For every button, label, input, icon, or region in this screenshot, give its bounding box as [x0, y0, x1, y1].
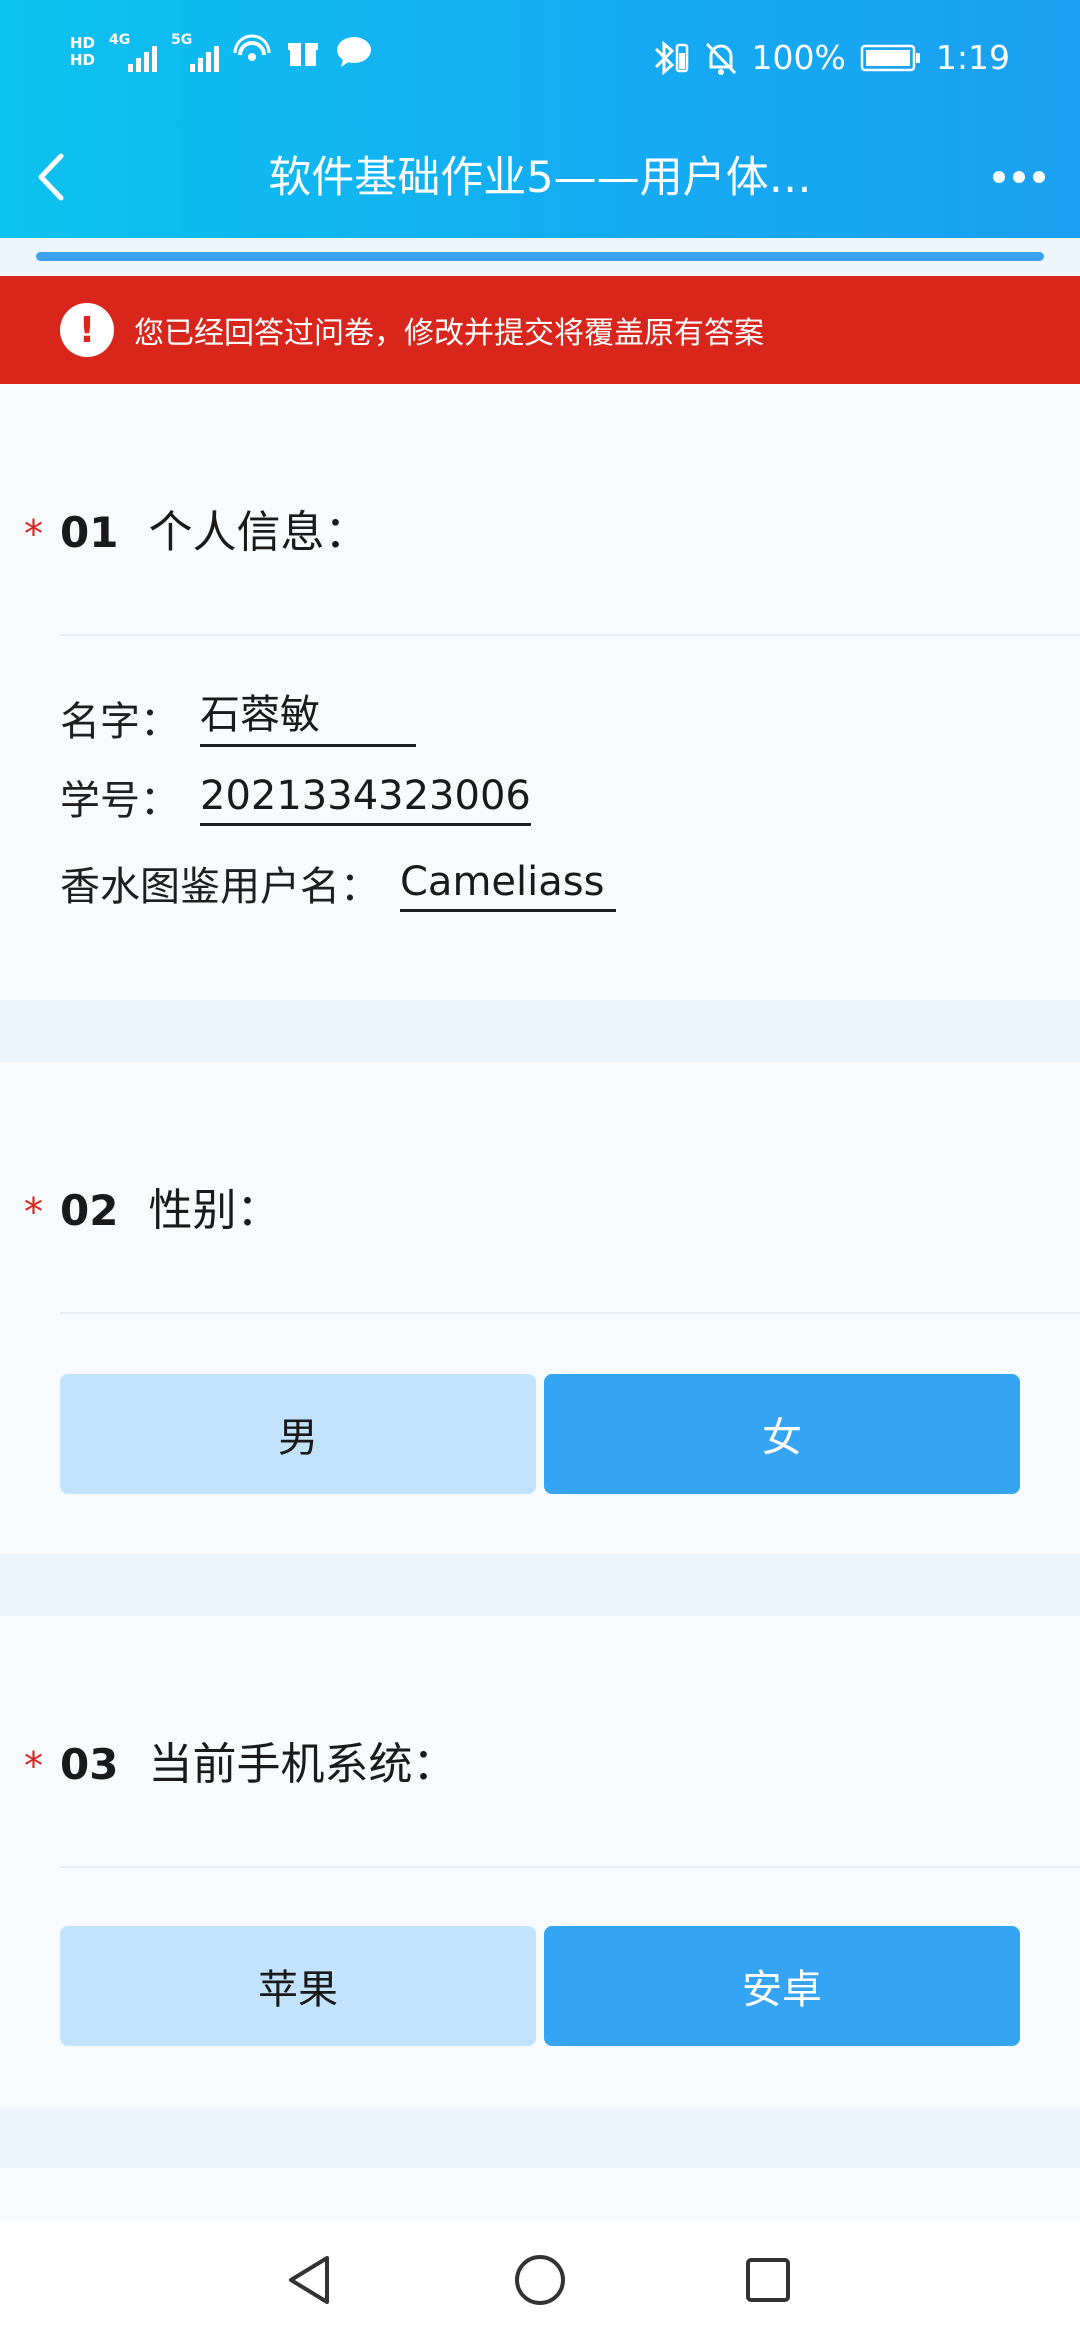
answered-alert-banner: ! 您已经回答过问卷，修改并提交将覆盖原有答案: [0, 276, 1080, 384]
divider: [60, 634, 1080, 636]
top-header: HD HD 4G 5G 100% 1:19 软件基础作业5——用户体…: [0, 0, 1080, 238]
progress-bar-fill: [36, 252, 1044, 261]
status-left-group: HD HD 4G 5G: [70, 32, 373, 72]
divider: [60, 1866, 1080, 1868]
question-number: 03: [60, 1740, 119, 1789]
question-card-1: * 01 个人信息： 名字： 石蓉敏 学号： 2021334323006 香水图…: [0, 384, 1080, 1000]
required-mark: *: [24, 1744, 43, 1788]
progress-area: [0, 238, 1080, 276]
page-title: 软件基础作业5——用户体…: [268, 153, 812, 203]
section-gap: [0, 2108, 1080, 2168]
dot-icon: [993, 171, 1005, 183]
nav-recents-button[interactable]: [736, 2248, 800, 2312]
field-student-id[interactable]: 学号： 2021334323006: [60, 768, 531, 826]
hd-label-1: HD: [70, 34, 96, 52]
field-username[interactable]: 香水图鉴用户名： Cameliass: [60, 854, 616, 912]
divider: [60, 1312, 1080, 1314]
field-label: 学号：: [60, 778, 180, 824]
back-button[interactable]: [22, 142, 78, 212]
signal-icon: 4G: [109, 32, 158, 72]
chevron-left-icon: [38, 153, 64, 201]
triangle-back-icon: [289, 2256, 329, 2304]
battery-icon: [860, 44, 920, 71]
question-number: 01: [60, 508, 119, 557]
more-options-button[interactable]: [980, 142, 1058, 212]
section-gap: [0, 1000, 1080, 1062]
exclamation-icon: !: [60, 303, 114, 357]
square-recents-icon: [746, 2258, 790, 2302]
question-header: * 02 性别：: [24, 1174, 280, 1238]
hd-indicator: HD HD: [70, 35, 95, 69]
name-input[interactable]: 石蓉敏: [200, 682, 416, 747]
option-male[interactable]: 男: [60, 1374, 536, 1494]
alert-text: 您已经回答过问卷，修改并提交将覆盖原有答案: [134, 316, 764, 351]
wifi-icon: [233, 34, 271, 61]
username-input[interactable]: Cameliass: [400, 859, 616, 912]
field-label: 名字：: [60, 699, 180, 745]
progress-bar: [36, 252, 1044, 261]
question-card-2: * 02 性别： 男 女: [0, 1062, 1080, 1554]
required-mark: *: [24, 512, 43, 556]
field-name[interactable]: 名字： 石蓉敏: [60, 682, 416, 747]
option-apple[interactable]: 苹果: [60, 1926, 536, 2046]
question-title: 性别：: [148, 1185, 281, 1236]
option-android[interactable]: 安卓: [544, 1926, 1020, 2046]
nav-back-button[interactable]: [276, 2248, 340, 2312]
question-card-next: [0, 2168, 1080, 2220]
nav-home-button[interactable]: [508, 2248, 572, 2312]
status-right-group: 100% 1:19: [650, 38, 1010, 77]
option-female[interactable]: 女: [544, 1374, 1020, 1494]
question-header: * 01 个人信息：: [24, 496, 368, 560]
field-label: 香水图鉴用户名：: [60, 864, 380, 910]
student-id-input[interactable]: 2021334323006: [200, 773, 531, 826]
clock: 1:19: [935, 38, 1010, 77]
nav-bar: 软件基础作业5——用户体…: [0, 130, 1080, 238]
circle-home-icon: [515, 2255, 565, 2305]
section-gap: [0, 1554, 1080, 1616]
question-title: 当前手机系统：: [148, 1739, 457, 1790]
option-group: 男 女: [0, 1374, 1080, 1494]
battery-percent: 100%: [751, 38, 846, 77]
system-nav-bar: [0, 2220, 1080, 2340]
option-group: 苹果 安卓: [0, 1926, 1080, 2046]
question-number: 02: [60, 1186, 119, 1235]
question-card-3: * 03 当前手机系统： 苹果 安卓: [0, 1616, 1080, 2108]
signal-icon-2: 5G: [171, 32, 220, 72]
dot-icon: [1013, 171, 1025, 183]
question-header: * 03 当前手机系统：: [24, 1728, 456, 1792]
dot-icon: [1033, 171, 1045, 183]
status-bar: HD HD 4G 5G 100% 1:19: [0, 0, 1080, 130]
hd-label-2: HD: [70, 51, 96, 69]
question-title: 个人信息：: [148, 507, 369, 558]
bluetooth-icon: [654, 40, 688, 75]
mute-icon: [705, 42, 736, 75]
required-mark: *: [24, 1190, 43, 1234]
chat-icon: [337, 37, 372, 67]
gift-icon: [288, 43, 319, 66]
